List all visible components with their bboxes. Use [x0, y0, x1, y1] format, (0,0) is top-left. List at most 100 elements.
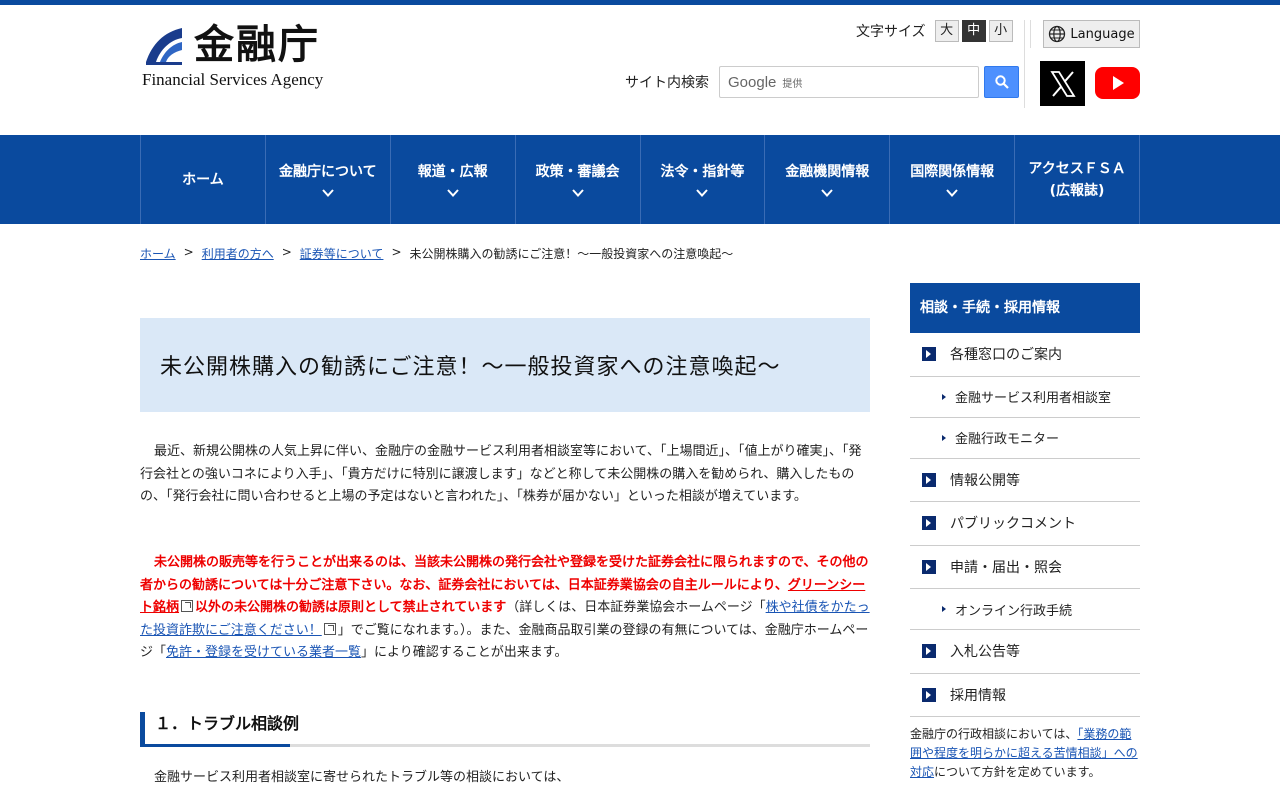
nav-institutions-label: 金融機関情報 [785, 163, 870, 180]
logo-english-text: Financial Services Agency [142, 70, 324, 89]
warning-text-part1: 未公開株の販売等を行うことが出来るのは、当該未公開株の発行会社や登録を受けた証券… [140, 555, 869, 593]
nav-international[interactable]: 国際関係情報 [890, 135, 1016, 224]
header-divider-vertical [1024, 20, 1025, 108]
arrow-square-icon [922, 644, 936, 659]
breadcrumb-home-link[interactable]: ホーム [140, 245, 176, 262]
arrow-square-icon [922, 687, 936, 702]
breadcrumb-separator: > [281, 245, 292, 259]
chevron-down-icon [946, 188, 958, 197]
warning-text-part2: 以外の未公開株の勧誘は原則として禁止されています [195, 600, 507, 615]
section-heading-underline-accent [140, 744, 290, 747]
chevron-down-icon [696, 188, 709, 197]
sidebar-item-disclosure[interactable]: 情報公開等 [910, 459, 1140, 502]
triangle-bullet-icon [942, 606, 946, 612]
sidebar-item-label: 各種窓口のご案内 [950, 347, 1062, 364]
breadcrumb-users-link[interactable]: 利用者の方へ [202, 245, 274, 262]
section-heading: １．トラブル相談例 [140, 712, 870, 746]
sidebar-heading: 相談・手続・採用情報 [910, 283, 1140, 333]
breadcrumb-current: 未公開株購入の勧誘にご注意！～一般投資家への注意喚起～ [409, 247, 734, 261]
sidebar-item-label: 金融行政モニター [955, 432, 1060, 447]
font-size-switcher: 文字サイズ 大 中 小 [856, 20, 1013, 42]
nav-access-fsa-sublabel: (広報誌) [1049, 182, 1105, 199]
global-navigation: ホーム 金融庁について 報道・広報 政策・審議会 法令・指針等 金融機関情報 国… [0, 135, 1280, 224]
nav-about[interactable]: 金融庁について [266, 135, 391, 224]
nav-laws[interactable]: 法令・指針等 [641, 135, 766, 224]
language-button[interactable]: Language [1043, 20, 1140, 48]
sidebar-item-label: 申請・届出・照会 [950, 559, 1062, 576]
page-title-box: 未公開株購入の勧誘にご注意！～一般投資家への注意喚起～ [140, 318, 870, 412]
globe-icon [1049, 25, 1066, 43]
nav-home-label: ホーム [182, 171, 224, 188]
intro-paragraph: 最近、新規公開株の人気上昇に伴い、金融庁の金融サービス利用者相談室等において、「… [140, 444, 862, 504]
fsa-logo-icon [146, 28, 182, 65]
triangle-bullet-icon [942, 434, 946, 441]
sidebar-item-label: オンライン行政手続 [955, 603, 1073, 619]
sidebar-note-text: 金融庁の行政相談においては、 [910, 727, 1078, 741]
nav-policy[interactable]: 政策・審議会 [516, 135, 641, 224]
arrow-square-icon [922, 347, 936, 362]
nav-home[interactable]: ホーム [141, 135, 266, 224]
chevron-down-icon [446, 188, 459, 197]
google-provided-label: 提供 [782, 78, 803, 90]
sidebar-item-public-comment[interactable]: パブリックコメント [910, 502, 1140, 546]
font-size-medium-button[interactable]: 中 [961, 20, 986, 42]
search-input[interactable]: Google 提供 [719, 66, 979, 98]
sidebar-note-text: について方針を定めています。 [934, 765, 1101, 779]
external-link-icon [181, 600, 194, 612]
arrow-square-icon [922, 516, 936, 531]
site-search-label: サイト内検索 [625, 75, 709, 91]
search-button[interactable] [984, 66, 1019, 98]
sidebar-item-label: 採用情報 [950, 687, 1006, 704]
breadcrumb: ホーム > 利用者の方へ > 証券等について > 未公開株購入の勧誘にご注意！～… [140, 245, 733, 262]
x-logo-icon [1049, 70, 1076, 97]
nav-policy-label: 政策・審議会 [535, 163, 620, 180]
nav-access-fsa[interactable]: アクセスＦＳＡ (広報誌) [1015, 135, 1140, 224]
font-size-small-button[interactable]: 小 [988, 20, 1013, 42]
sidebar-item-bids[interactable]: 入札公告等 [910, 630, 1140, 674]
breadcrumb-securities-link[interactable]: 証券等について [300, 245, 384, 262]
nav-institutions[interactable]: 金融機関情報 [765, 135, 891, 224]
youtube-play-icon [1112, 76, 1124, 90]
chevron-down-icon [821, 188, 834, 197]
language-label: Language [1070, 26, 1135, 42]
external-link-icon [323, 622, 336, 635]
page-title: 未公開株購入の勧誘にご注意！～一般投資家への注意喚起～ [160, 355, 781, 380]
sidebar-item-label: パブリックコメント [950, 516, 1076, 533]
warning-paragraph: 未公開株の販売等を行うことが出来るのは、当該未公開株の発行会社や登録を受けた証券… [140, 552, 870, 665]
paragraph-text: 」により確認することが出来ます。 [361, 645, 568, 660]
section-paragraph: 金融サービス利用者相談室に寄せられたトラブル等の相談においては、 [154, 770, 570, 785]
nav-about-label: 金融庁について [279, 163, 377, 180]
sidebar-item-contact-windows[interactable]: 各種窓口のご案内 [910, 333, 1140, 377]
font-size-large-button[interactable]: 大 [934, 20, 959, 42]
search-icon [994, 75, 1009, 89]
licensed-firms-list-link[interactable]: 免許・登録を受けている業者一覧 [166, 645, 361, 660]
google-watermark: Google [728, 73, 777, 91]
sidebar-subitem-admin-monitor[interactable]: 金融行政モニター [910, 418, 1140, 459]
nav-press[interactable]: 報道・広報 [391, 135, 516, 224]
chevron-down-icon [322, 188, 334, 197]
logo-japanese-text: 金融庁 [194, 21, 320, 68]
nav-laws-label: 法令・指針等 [660, 163, 745, 180]
top-accent-bar [0, 0, 1280, 5]
paragraph-text: （詳しくは、日本証券業協会ホームページ「 [506, 600, 766, 615]
sidebar-subitem-online-procedures[interactable]: オンライン行政手続 [910, 589, 1140, 630]
arrow-square-icon [922, 559, 936, 574]
arrow-square-icon [922, 472, 936, 487]
breadcrumb-separator: > [183, 245, 194, 259]
sidebar-item-label: 情報公開等 [950, 472, 1020, 489]
breadcrumb-separator: > [391, 245, 402, 259]
sidebar-item-label: 金融サービス利用者相談室 [955, 391, 1112, 406]
triangle-bullet-icon [942, 393, 946, 400]
sidebar-item-recruitment[interactable]: 採用情報 [910, 674, 1140, 717]
sidebar-item-applications[interactable]: 申請・届出・照会 [910, 546, 1140, 589]
site-logo[interactable]: 金融庁 Financial Services Agency [142, 21, 342, 90]
font-size-label: 文字サイズ [856, 24, 926, 40]
header-divider [1030, 20, 1031, 48]
chevron-down-icon [571, 188, 584, 197]
sidebar-menu: 各種窓口のご案内 金融サービス利用者相談室 金融行政モニター 情報公開等 パブリ… [910, 333, 1140, 717]
x-social-link[interactable] [1040, 61, 1085, 106]
sidebar-item-label: 入札公告等 [950, 644, 1020, 661]
sidebar-subitem-consultation-office[interactable]: 金融サービス利用者相談室 [910, 377, 1140, 418]
sidebar-note: 金融庁の行政相談においては、「業務の範囲や程度を明らかに超える苦情相談」への対応… [910, 725, 1142, 782]
youtube-social-link[interactable] [1095, 67, 1140, 99]
